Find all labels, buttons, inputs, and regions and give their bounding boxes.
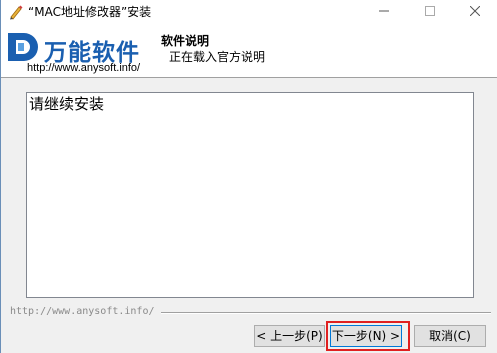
close-button[interactable] xyxy=(452,0,497,24)
title-bar[interactable]: “MAC地址修改器”安装 xyxy=(1,0,497,24)
maximize-icon xyxy=(425,5,435,19)
installer-header: 万能软件 http://www.anysoft.info/ 软件说明 正在载入官… xyxy=(1,24,497,78)
installer-window: “MAC地址修改器”安装 万能软件 http://www.anysoft.inf… xyxy=(0,0,497,353)
maximize-button[interactable] xyxy=(407,0,453,24)
description-text: 请继续安装 xyxy=(29,95,105,113)
minimize-icon xyxy=(379,5,389,19)
minimize-button[interactable] xyxy=(361,0,407,24)
window-title: “MAC地址修改器”安装 xyxy=(28,5,152,19)
page-subtitle: 正在载入官方说明 xyxy=(169,50,266,64)
description-textbox[interactable]: 请继续安装 xyxy=(26,92,474,298)
next-button[interactable]: 下一步(N) > xyxy=(330,325,402,347)
logo-mark-icon xyxy=(6,31,40,66)
close-icon xyxy=(469,5,481,19)
installer-pen-icon xyxy=(8,4,24,20)
footer-divider xyxy=(161,312,491,314)
footer-url: http://www.anysoft.info/ xyxy=(10,306,155,317)
brand-logo: 万能软件 http://www.anysoft.info/ xyxy=(6,29,156,75)
logo-url: http://www.anysoft.info/ xyxy=(27,62,141,74)
page-title: 软件说明 xyxy=(161,34,210,48)
cancel-button[interactable]: 取消(C) xyxy=(414,325,486,347)
back-button[interactable]: < 上一步(P) xyxy=(254,325,325,347)
